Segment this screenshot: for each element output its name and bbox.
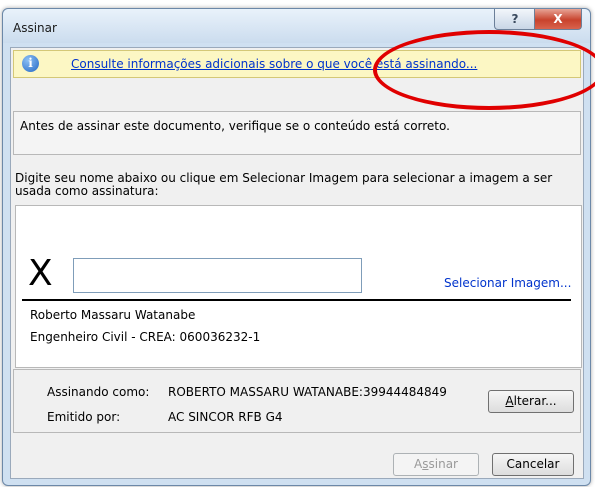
sign-button-label-start: A bbox=[414, 457, 423, 471]
select-image-link[interactable]: Selecionar Imagem... bbox=[444, 276, 571, 290]
signer-title: Engenheiro Civil - CREA: 060036232-1 bbox=[30, 330, 261, 344]
signature-instruction: Digite seu nome abaixo ou clique em Sele… bbox=[15, 172, 565, 198]
highlight-ellipse bbox=[373, 30, 595, 110]
signature-area: X Selecionar Imagem... Roberto Massaru W… bbox=[15, 205, 582, 368]
signer-name: Roberto Massaru Watanabe bbox=[30, 308, 196, 322]
signature-line bbox=[22, 299, 571, 301]
change-button-label: lterar... bbox=[513, 394, 557, 408]
verify-message-box: Antes de assinar este documento, verifiq… bbox=[13, 111, 581, 155]
issued-by-label: Emitido por: bbox=[47, 410, 121, 424]
change-button-accel: A bbox=[505, 394, 514, 408]
dialog-body: i Consulte informações adicionais sobre … bbox=[10, 47, 584, 479]
change-button[interactable]: Alterar... bbox=[488, 390, 574, 413]
close-button[interactable]: X bbox=[534, 9, 582, 30]
signature-x-mark: X bbox=[28, 253, 53, 294]
verify-message: Antes de assinar este documento, verifiq… bbox=[20, 119, 450, 133]
signature-name-input[interactable] bbox=[73, 258, 362, 293]
signing-as-label: Assinando como: bbox=[47, 385, 150, 399]
dialog-title: Assinar bbox=[13, 21, 57, 35]
help-button[interactable]: ? bbox=[494, 9, 536, 30]
issued-by-value: AC SINCOR RFB G4 bbox=[168, 410, 283, 424]
sign-button-label-end: sinar bbox=[428, 457, 458, 471]
info-icon: i bbox=[22, 55, 39, 72]
cancel-button[interactable]: Cancelar bbox=[492, 453, 574, 476]
signing-as-value: ROBERTO MASSARU WATANABE:39944484849 bbox=[168, 385, 447, 399]
sign-button[interactable]: Assinar bbox=[393, 453, 479, 476]
instruction-line-2: usada como assinatura: bbox=[15, 184, 159, 198]
